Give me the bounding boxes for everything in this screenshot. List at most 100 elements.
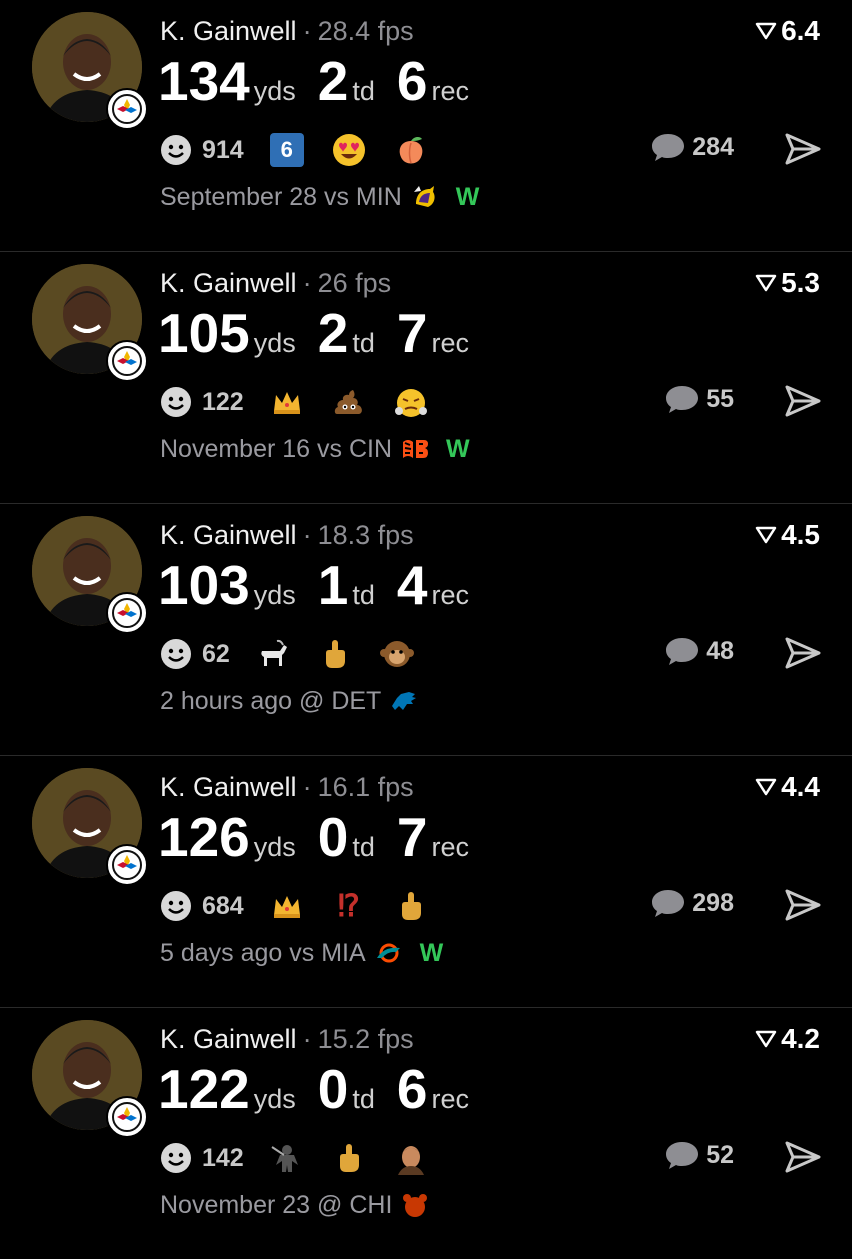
game-date-opponent: 5 days ago vs MIA xyxy=(160,938,366,967)
middle-finger-icon[interactable] xyxy=(316,635,354,673)
reaction-row: 914 6 xyxy=(160,130,454,170)
td-unit: td xyxy=(352,832,375,862)
share-button[interactable] xyxy=(784,888,822,922)
share-button[interactable] xyxy=(784,1140,822,1174)
interrobang-icon[interactable]: ⁉ xyxy=(330,887,368,925)
smiley-react-icon[interactable] xyxy=(160,386,192,418)
player-name[interactable]: K. Gainwell xyxy=(160,772,297,802)
comment-bubble-icon xyxy=(652,134,685,161)
rank-arrow-icon xyxy=(755,274,777,292)
smiley-react-icon[interactable] xyxy=(160,1142,192,1174)
yards-unit: yds xyxy=(253,580,296,610)
peach-icon[interactable] xyxy=(392,131,430,169)
game-info[interactable]: November 23 @ CHI xyxy=(160,1190,446,1220)
steelers-badge-icon xyxy=(106,340,148,382)
result-badge: W xyxy=(446,434,470,463)
goat-icon[interactable] xyxy=(254,635,292,673)
crown-icon[interactable] xyxy=(268,383,306,421)
rec-value: 6 xyxy=(396,1058,428,1120)
monkey-icon[interactable] xyxy=(378,635,416,673)
reaction-count: 142 xyxy=(202,1143,244,1172)
rec-unit: rec xyxy=(431,832,470,862)
comment-button[interactable]: 48 xyxy=(664,636,734,666)
td-unit: td xyxy=(352,328,375,358)
rec-value: 4 xyxy=(396,554,428,616)
rec-unit: rec xyxy=(431,76,470,106)
reaction-row: 62 xyxy=(160,634,440,674)
send-icon xyxy=(785,133,821,165)
middle-finger-icon[interactable] xyxy=(392,887,430,925)
feed: K. Gainwell · 28.4 fps 6.4 134 yds 2 td 6 rec… xyxy=(0,0,852,1259)
player-name[interactable]: K. Gainwell xyxy=(160,16,297,46)
game-info[interactable]: 5 days ago vs MIA W xyxy=(160,938,443,968)
rank-value: 6.4 xyxy=(781,15,820,46)
result-badge: W xyxy=(419,938,444,967)
steam-face-icon[interactable] xyxy=(392,383,430,421)
game-info[interactable]: 2 hours ago @ DET xyxy=(160,686,435,716)
send-icon xyxy=(785,637,821,669)
yards-value: 134 xyxy=(158,50,250,112)
post-card[interactable]: K. Gainwell · 28.4 fps 6.4 134 yds 2 td 6 rec… xyxy=(0,0,852,252)
comment-bubble-icon xyxy=(666,386,699,413)
comment-button[interactable]: 284 xyxy=(650,132,734,162)
reaction-row: 142 xyxy=(160,1138,454,1178)
post-card[interactable]: K. Gainwell · 15.2 fps 4.2 122 yds 0 td 6 rec… xyxy=(0,1008,852,1259)
player-name[interactable]: K. Gainwell xyxy=(160,520,297,550)
smiley-react-icon[interactable] xyxy=(160,890,192,922)
post-card[interactable]: K. Gainwell · 18.3 fps 4.5 103 yds 1 td 4 rec… xyxy=(0,504,852,756)
rank-value: 4.2 xyxy=(781,1023,820,1054)
rank-arrow-icon xyxy=(755,526,777,544)
reaction-count: 122 xyxy=(202,387,244,416)
six-badge-icon[interactable]: 6 xyxy=(268,131,306,169)
smiley-react-icon[interactable] xyxy=(160,134,192,166)
player-header: K. Gainwell · 26 fps xyxy=(160,266,391,300)
send-icon xyxy=(785,889,821,921)
fantasy-points: 15.2 fps xyxy=(317,1024,414,1054)
player-header: K. Gainwell · 28.4 fps xyxy=(160,14,414,48)
rec-unit: rec xyxy=(431,328,470,358)
rank-value: 5.3 xyxy=(781,267,820,298)
post-card[interactable]: K. Gainwell · 16.1 fps 4.4 126 yds 0 td 7 rec… xyxy=(0,756,852,1008)
yards-unit: yds xyxy=(253,1084,296,1114)
comment-button[interactable]: 55 xyxy=(664,384,734,414)
separator: · xyxy=(302,268,312,298)
comment-bubble-icon xyxy=(666,1142,699,1169)
share-button[interactable] xyxy=(784,132,822,166)
rank-score: 4.5 xyxy=(755,518,820,552)
rank-arrow-icon xyxy=(755,1030,777,1048)
player-name[interactable]: K. Gainwell xyxy=(160,1024,297,1054)
td-value: 2 xyxy=(317,302,349,364)
game-info[interactable]: September 28 vs MIN W xyxy=(160,182,479,212)
dolphins-logo-icon xyxy=(374,938,404,968)
td-unit: td xyxy=(352,76,375,106)
post-card[interactable]: K. Gainwell · 26 fps 5.3 105 yds 2 td 7 rec 1… xyxy=(0,252,852,504)
steelers-badge-icon xyxy=(106,592,148,634)
heart-eyes-icon[interactable] xyxy=(330,131,368,169)
poop-icon[interactable] xyxy=(330,383,368,421)
rank-value: 4.5 xyxy=(781,519,820,550)
share-button[interactable] xyxy=(784,636,822,670)
game-date-opponent: September 28 vs MIN xyxy=(160,182,402,211)
middle-finger-icon[interactable] xyxy=(330,1139,368,1177)
rec-unit: rec xyxy=(431,580,470,610)
game-date-opponent: November 16 vs CIN xyxy=(160,434,393,463)
comment-button[interactable]: 298 xyxy=(650,888,734,918)
rec-unit: rec xyxy=(431,1084,470,1114)
stat-line: 122 yds 0 td 6 rec xyxy=(158,1056,491,1122)
game-info[interactable]: November 16 vs CIN W xyxy=(160,434,470,464)
rec-value: 7 xyxy=(396,806,428,868)
ninja-icon[interactable] xyxy=(268,1139,306,1177)
crown-icon[interactable] xyxy=(268,887,306,925)
comment-button[interactable]: 52 xyxy=(664,1140,734,1170)
comment-count: 48 xyxy=(706,636,734,665)
send-icon xyxy=(785,1141,821,1173)
share-button[interactable] xyxy=(784,384,822,418)
player-name[interactable]: K. Gainwell xyxy=(160,268,297,298)
td-value: 0 xyxy=(317,1058,349,1120)
stat-line: 103 yds 1 td 4 rec xyxy=(158,552,491,618)
rank-score: 4.2 xyxy=(755,1022,820,1056)
yards-unit: yds xyxy=(253,76,296,106)
person-face-icon[interactable] xyxy=(392,1139,430,1177)
smiley-react-icon[interactable] xyxy=(160,638,192,670)
fantasy-points: 18.3 fps xyxy=(317,520,414,550)
